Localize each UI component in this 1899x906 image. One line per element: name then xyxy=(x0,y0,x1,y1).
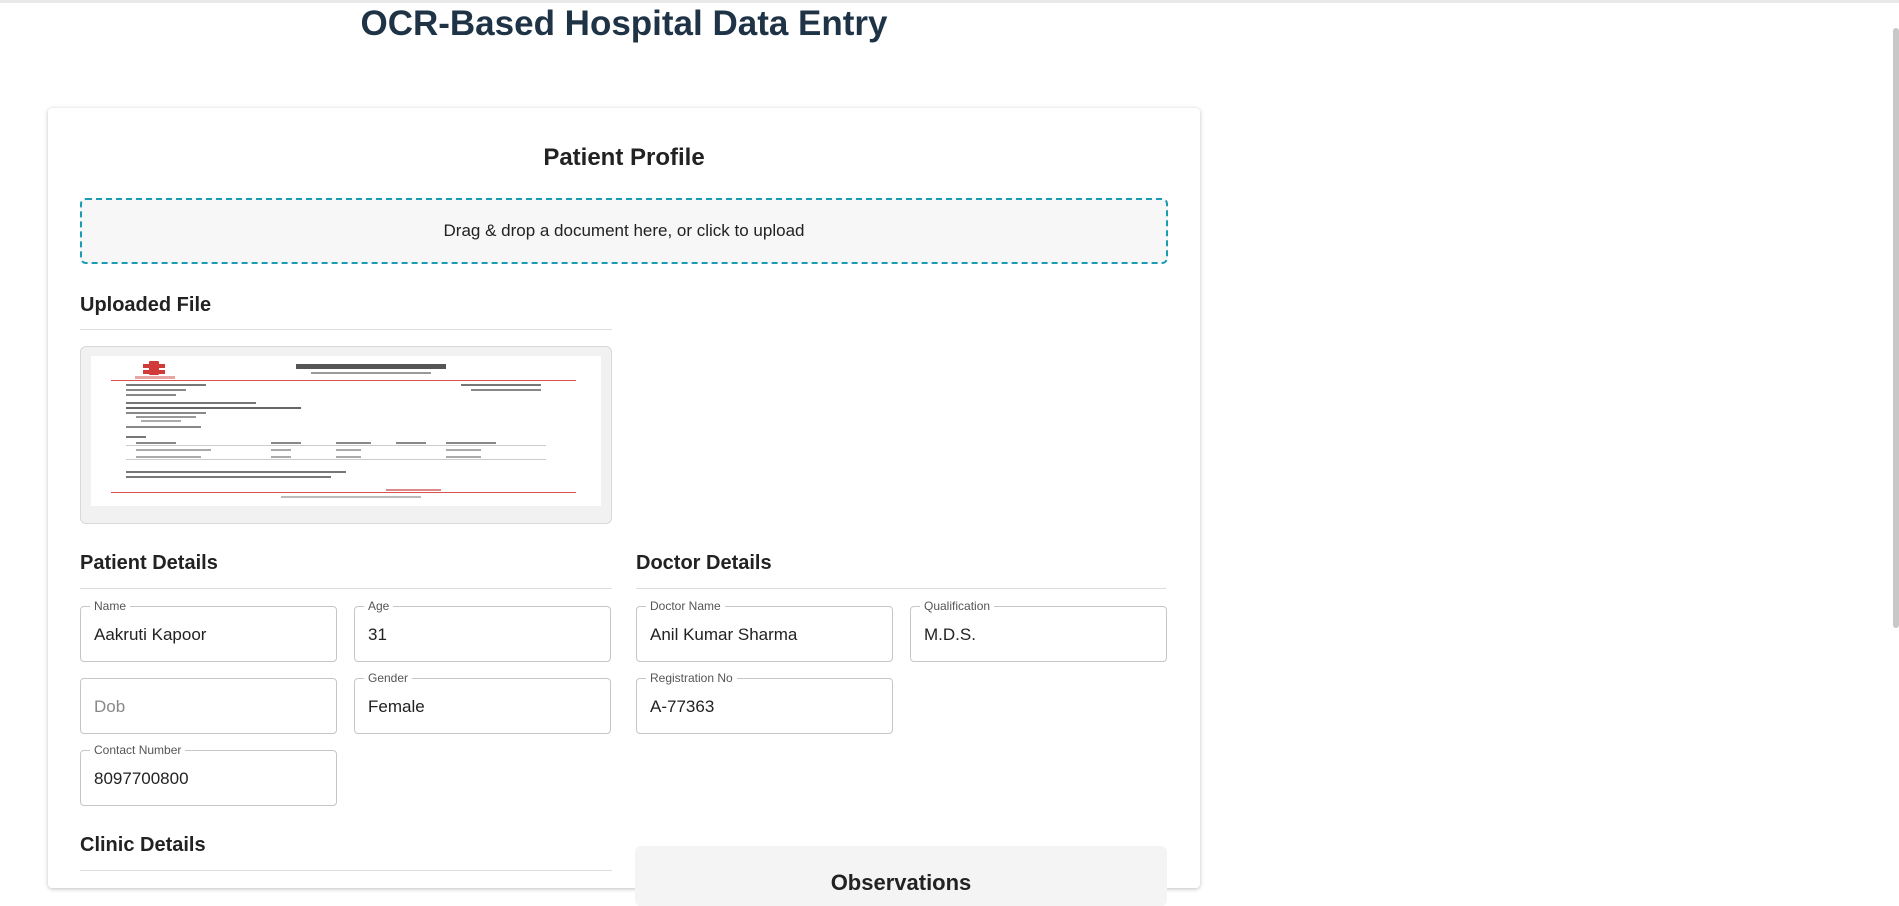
patient-name-input[interactable] xyxy=(94,625,314,645)
field-label: Age xyxy=(364,599,394,613)
patient-age-field[interactable]: Age xyxy=(354,599,611,662)
field-label: Registration No xyxy=(646,671,737,685)
upload-prompt: Drag & drop a document here, or click to… xyxy=(443,221,805,240)
patient-gender-field[interactable]: Gender xyxy=(354,671,611,734)
page-title: OCR-Based Hospital Data Entry xyxy=(360,4,888,43)
doctor-qualification-field[interactable]: Qualification xyxy=(910,599,1167,662)
card-title: Patient Profile xyxy=(543,144,705,171)
field-label: Name xyxy=(90,599,131,613)
divider xyxy=(80,329,612,330)
observations-panel: Observations xyxy=(635,846,1167,906)
document-thumbnail xyxy=(91,356,601,506)
clinic-details-heading: Clinic Details xyxy=(80,834,206,856)
doctor-name-field[interactable]: Doctor Name xyxy=(636,599,893,662)
divider xyxy=(80,588,612,589)
window-top-border xyxy=(0,0,1899,3)
doctor-name-input[interactable] xyxy=(650,625,870,645)
uploaded-file-preview[interactable] xyxy=(80,346,612,524)
uploaded-file-heading: Uploaded File xyxy=(80,294,212,316)
patient-details-heading: Patient Details xyxy=(80,552,218,574)
field-label: Gender xyxy=(364,671,413,685)
divider xyxy=(636,588,1166,589)
doctor-qualification-input[interactable] xyxy=(924,625,1144,645)
doctor-registration-field[interactable]: Registration No xyxy=(636,671,893,734)
patient-contact-input[interactable] xyxy=(94,769,314,789)
field-label: Qualification xyxy=(920,599,995,613)
field-label: Contact Number xyxy=(90,743,186,757)
doctor-registration-input[interactable] xyxy=(650,697,870,717)
patient-age-input[interactable] xyxy=(368,625,588,645)
divider xyxy=(80,870,612,871)
patient-gender-input[interactable] xyxy=(368,697,588,717)
patient-name-field[interactable]: Name xyxy=(80,599,337,662)
patient-dob-input[interactable] xyxy=(94,697,314,717)
doctor-details-heading: Doctor Details xyxy=(636,552,772,574)
page-scrollbar[interactable] xyxy=(1893,28,1899,628)
field-label: Doctor Name xyxy=(646,599,725,613)
patient-contact-field[interactable]: Contact Number xyxy=(80,743,337,806)
patient-profile-card: Patient Profile Drag & drop a document h… xyxy=(48,108,1200,906)
document-upload-dropzone[interactable]: Drag & drop a document here, or click to… xyxy=(80,198,1168,264)
patient-dob-field[interactable] xyxy=(80,678,337,734)
